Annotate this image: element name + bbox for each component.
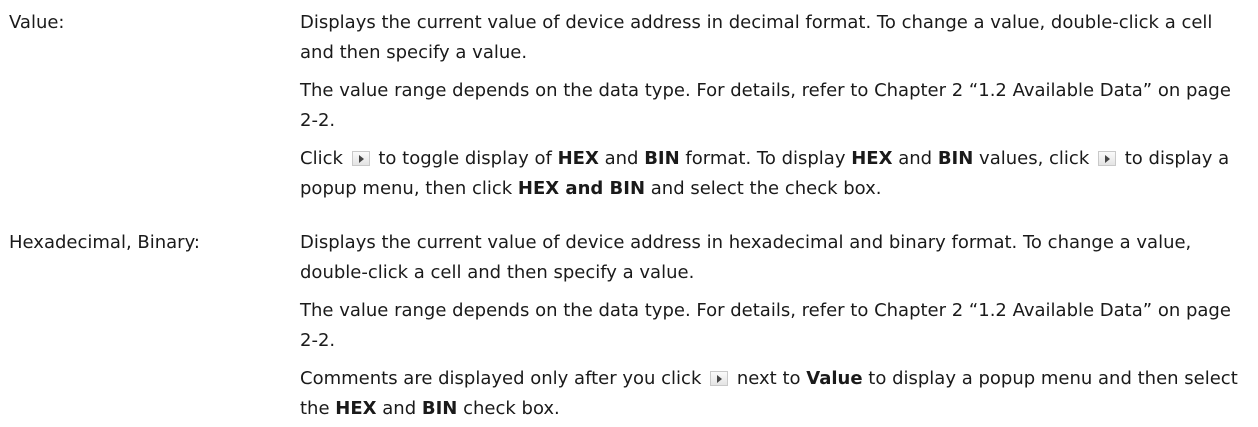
hex-bin-range-note: The value range depends on the data type…	[300, 300, 1231, 351]
play-arrow-icon	[710, 371, 729, 386]
value-range-note: The value range depends on the data type…	[300, 80, 1231, 131]
value-description: Displays the current value of device add…	[300, 12, 1213, 63]
term-value: Value:	[9, 12, 65, 33]
term-hex-bin: Hexadecimal, Binary:	[9, 232, 200, 253]
hex-bin-comments-note: Comments are displayed only after you cl…	[300, 368, 1238, 419]
definition-hex-bin: Displays the current value of device add…	[300, 228, 1250, 424]
entry-hex-bin: Hexadecimal, Binary: Displays the curren…	[0, 228, 1258, 424]
hex-bin-description: Displays the current value of device add…	[300, 232, 1192, 283]
play-arrow-icon	[351, 151, 370, 166]
entry-value: Value: Displays the current value of dev…	[0, 8, 1258, 204]
value-toggle-instructions: Click to toggle display of HEX and BIN f…	[300, 148, 1230, 199]
play-arrow-icon	[1098, 151, 1116, 166]
definition-value: Displays the current value of device add…	[300, 8, 1250, 204]
